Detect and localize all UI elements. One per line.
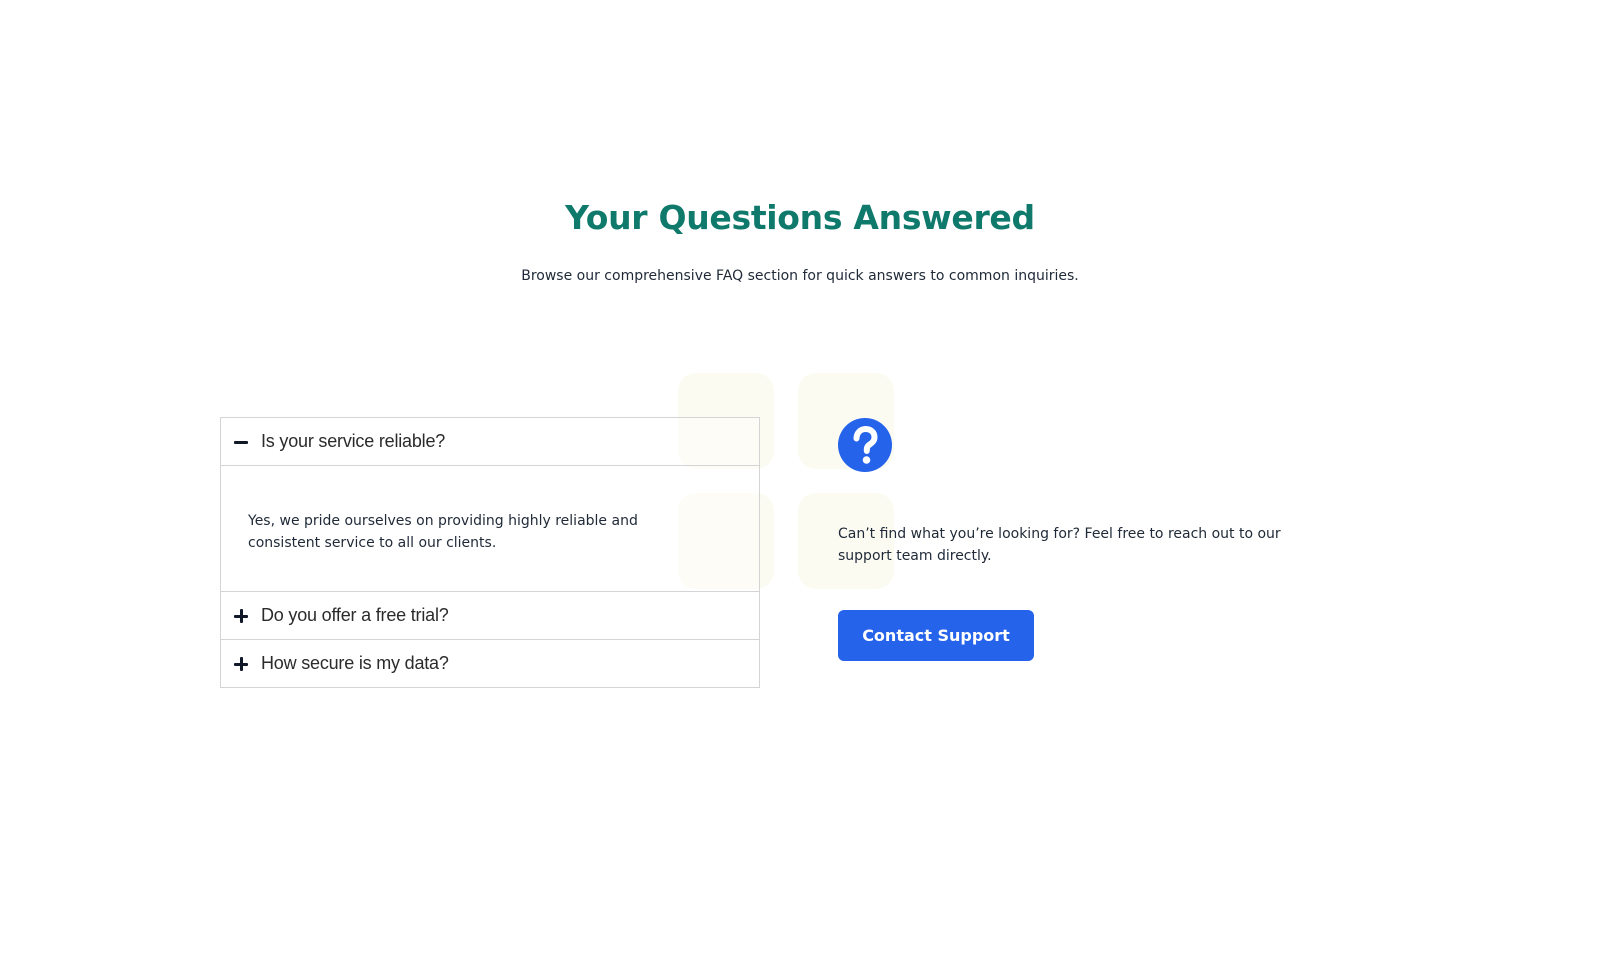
plus-icon [233,608,249,624]
question-circle-icon [838,418,892,472]
faq-page: Your Questions Answered Browse our compr… [0,0,1600,978]
faq-item-reliable: Is your service reliable? Yes, we pride … [221,418,759,592]
faq-question-label: Do you offer a free trial? [261,605,449,625]
faq-question-label: How secure is my data? [261,653,449,673]
plus-icon [233,656,249,672]
faq-question-data-security-toggle[interactable]: How secure is my data? [221,640,759,687]
faq-accordion: Is your service reliable? Yes, we pride … [220,417,760,688]
contact-support-button[interactable]: Contact Support [838,610,1034,661]
faq-question-label: Is your service reliable? [261,431,446,451]
page-subtitle: Browse our comprehensive FAQ section for… [521,268,1079,284]
minus-icon [233,434,249,450]
faq-question-free-trial-toggle[interactable]: Do you offer a free trial? [221,592,759,639]
faq-answer: Yes, we pride ourselves on providing hig… [221,465,759,591]
page-title: Your Questions Answered [565,198,1035,237]
faq-item-free-trial: Do you offer a free trial? [221,592,759,640]
faq-item-data-security: How secure is my data? [221,640,759,687]
support-message: Can’t find what you’re looking for? Feel… [838,526,1281,564]
faq-question-reliable-toggle[interactable]: Is your service reliable? [221,418,759,465]
